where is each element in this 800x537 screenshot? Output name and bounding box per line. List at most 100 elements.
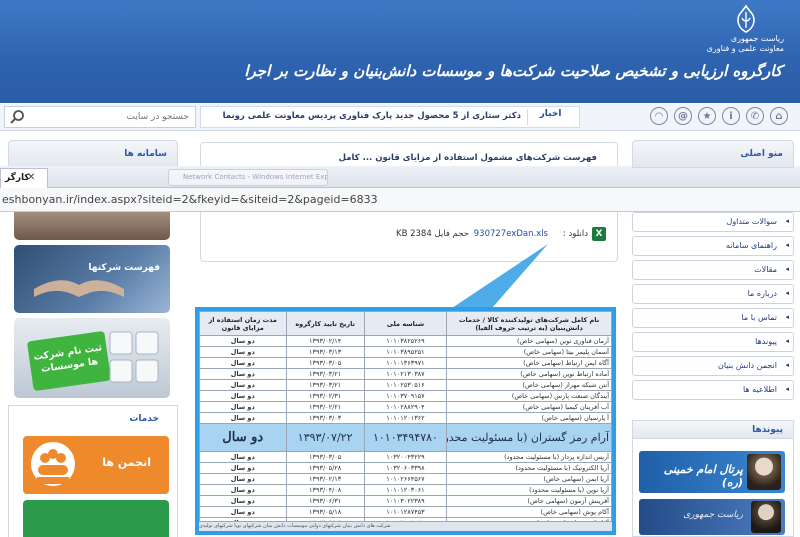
arrow-icon: ◂ — [785, 265, 789, 273]
cell-id: ۱۰۱۰۱۲۸۷۴۵۳ — [363, 506, 448, 518]
site-header: ریاست جمهوری معاونت علمی و فناوری کارگرو… — [0, 0, 800, 103]
left-sidebar: سامانه ها — [8, 140, 178, 168]
search-input[interactable] — [29, 109, 189, 125]
menu-item[interactable]: ◂ درباره ما — [632, 284, 794, 304]
browser-tab[interactable]: کارگر ✕ — [0, 168, 48, 188]
links-panel-header: پیوندها — [633, 421, 793, 439]
table-header-row: مدت زمان استفاده از مزایای قانون تاریخ ت… — [199, 311, 612, 336]
phone-icon[interactable]: ✆ — [746, 107, 764, 125]
cell-dur: دو سال — [199, 401, 287, 413]
cell-dur: دو سال — [199, 473, 287, 485]
arrow-icon: ◂ — [785, 313, 789, 321]
menu-item[interactable]: ◂ مقالات — [632, 260, 794, 280]
menu-item[interactable]: ◂ تماس با ما — [632, 308, 794, 328]
portrait-image — [747, 454, 781, 490]
cell-date: ۱۳۹۳/۰۴/۰۸ — [285, 484, 365, 496]
menu-item[interactable]: ◂ سوالات متداول — [632, 212, 794, 232]
star-icon[interactable]: ★ — [698, 107, 716, 125]
col-duration: مدت زمان استفاده از مزایای قانون — [199, 311, 287, 336]
home-icon[interactable]: ⌂ — [770, 107, 788, 125]
portrait-image — [751, 501, 781, 533]
cell-dur: دو سال — [199, 357, 287, 369]
menu-item[interactable]: ◂ اطلاعیه ها — [632, 380, 794, 400]
cell-dur: دو سال — [199, 495, 287, 507]
leader-banner[interactable]: ریاست جمهوری — [639, 499, 785, 535]
table-row: دو سال ۱۳۹۳/۰۳/۰۵ ۱۰۱۰۱۳۶۳۹۷۱ آگاه ایمن ارت… — [199, 357, 612, 369]
table-row: دو سال ۱۳۹۳/۰۳/۰۵ ۱۰۳۲۰۰۴۳۲۲۹ آریس اندازه پ… — [199, 451, 612, 463]
cell-dur: دو سال — [199, 423, 287, 452]
cell-name: آرام رمز گستران (با مسئولیت محدود) — [446, 423, 612, 452]
main-menu: ◂ سوالات متداول ◂ راهنمای سامانه ◂ مقالات ◂ درب… — [632, 212, 794, 404]
cell-date: ۱۳۹۳/۰۳/۰۳ — [285, 412, 365, 424]
file-size: حجم فایل 2384 KB — [396, 229, 470, 239]
menu-item-label: درباره ما — [747, 289, 777, 298]
cell-id: ۱۰۱۰۱۲۰۱۳۶۲ — [363, 412, 448, 424]
cell-date: ۱۳۹۳/۰۵/۱۸ — [285, 506, 365, 518]
arrow-icon: ◂ — [785, 217, 789, 225]
menu-item[interactable]: ◂ انجمن دانش بنیان — [632, 356, 794, 376]
cell-id: ۱۰۳۲۰۰۴۳۲۲۹ — [363, 451, 448, 463]
cell-name: آریا الکترونیک (با مسئولیت محدود) — [446, 462, 612, 474]
menu-item[interactable]: ◂ پیوندها — [632, 332, 794, 352]
download-label: دانلود : — [562, 229, 588, 239]
cell-name: آکام پوش (سهامی خاص) — [446, 506, 612, 518]
arrow-icon: ◂ — [785, 337, 789, 345]
at-icon[interactable]: @ — [674, 107, 692, 125]
quick-icons: ◠ @ ★ i ✆ ⌂ — [650, 107, 788, 127]
menu-item-label: سوالات متداول — [726, 217, 778, 226]
register-key[interactable]: ثبت نام شرکت ها موسسات — [26, 330, 112, 392]
address-bar[interactable]: eshbonyan.ir/index.aspx?siteid=2&fkeyid=… — [0, 188, 800, 212]
register-tile[interactable]: ثبت نام شرکت ها موسسات — [14, 318, 170, 398]
cell-date: ۱۳۹۳/۰۲/۲۱ — [285, 401, 365, 413]
news-headline[interactable]: دکتر ستاری از 5 محصول جدید پارک فناوری پ… — [223, 111, 521, 121]
cell-name: آریا ایمن (سهامی خاص) — [446, 473, 612, 485]
cell-id: ۱۰۱۰۲۵۳۰۵۱۶ — [363, 379, 448, 391]
menu-item[interactable]: ◂ راهنمای سامانه — [632, 236, 794, 256]
forum-tile[interactable]: انجمن ها — [23, 436, 169, 494]
news-ticker[interactable]: دکتر ستاری از 5 محصول جدید پارک فناوری پ… — [200, 106, 580, 128]
table-row: دو سال ۱۳۹۳/۰۲/۲۱ ۱۰۱۰۲۸۸۲۹۰۴ آب آفرینان کی… — [199, 401, 612, 413]
cell-id: ۱۰۱۰۱۲۰۳۰۶۱ — [363, 484, 448, 496]
cell-date: ۱۳۹۳/۰۷/۲۲ — [285, 423, 365, 452]
col-approval-date: تاریخ تایید کارگروه — [285, 311, 365, 336]
service-tile[interactable] — [23, 500, 169, 537]
arrow-icon: ◂ — [785, 241, 789, 249]
col-company-name: نام کامل شرکت‌های تولیدکننده کالا / خدما… — [446, 311, 612, 336]
col-national-id: شناسه ملی — [363, 311, 448, 336]
cell-dur: دو سال — [199, 390, 287, 402]
imam-portal-banner[interactable]: پرتال امام خمینی (ره) — [639, 451, 785, 493]
company-list-tile[interactable]: فهرست شرکتها — [14, 245, 170, 313]
close-icon[interactable]: ✕ — [27, 172, 35, 183]
cell-dur: دو سال — [199, 451, 287, 463]
systems-panel-title: سامانه ها — [8, 140, 178, 168]
cell-date: ۱۳۹۳/۰۳/۲۱ — [285, 379, 365, 391]
cell-name: آگاه ایمن ارتباط (سهامی خاص) — [446, 357, 612, 369]
cell-date: ۱۳۹۳/۰۵/۲۸ — [285, 462, 365, 474]
menu-item-label: راهنمای سامانه — [726, 241, 777, 250]
table-row: دو سال ۱۳۹۳/۰۲/۱۳ ۱۰۱۰۲۶۶۴۵۶۷ آریا ایمن (سه… — [199, 473, 612, 485]
cell-date: ۱۳۹۳/۰۳/۲۱ — [285, 368, 365, 380]
arrow-icon: ◂ — [785, 289, 789, 297]
download-link[interactable]: 930727exDan.xls — [474, 229, 548, 239]
sheet-tabs[interactable]: شرکت های دانش بنیان شرکتهای دولتی موسسات… — [199, 521, 612, 531]
cell-date: ۱۳۹۳/۰۲/۳۱ — [285, 390, 365, 402]
cell-id: ۱۰۱۰۳۸۹۵۲۵۱ — [363, 346, 448, 358]
arrow-icon: ◂ — [785, 385, 789, 393]
highlighted-row: دو سال ۱۳۹۳/۰۷/۲۲ ۱۰۱۰۳۴۹۴۷۸۰ آرام رمز گستر… — [199, 423, 612, 452]
search-box — [4, 106, 196, 128]
cell-dur: دو سال — [199, 335, 287, 347]
info-icon[interactable]: i — [722, 107, 740, 125]
menu-item-label: پیوندها — [755, 337, 777, 346]
cell-date: ۱۳۹۳/۰۲/۱۴ — [285, 335, 365, 347]
table-row: دو سال ۱۳۹۳/۰۳/۰۳ ۱۰۱۰۱۲۰۱۳۶۲ آ پارسیان (سه… — [199, 412, 612, 424]
url-text[interactable]: eshbonyan.ir/index.aspx?siteid=2&fkeyid=… — [2, 193, 378, 206]
cell-id: ۱۰۱۰۲۸۸۲۹۰۴ — [363, 401, 448, 413]
spreadsheet-preview: مدت زمان استفاده از مزایای قانون تاریخ ت… — [195, 307, 616, 535]
table-row: دو سال ۱۳۹۳/۰۵/۱۸ ۱۰۱۰۱۲۸۷۴۵۳ آکام پوش (سها… — [199, 506, 612, 518]
search-icon[interactable] — [9, 109, 25, 125]
top-bar: دکتر ستاری از 5 محصول جدید پارک فناوری پ… — [0, 103, 800, 131]
cell-id: ۱۰۳۲۰۶۰۳۳۹۸ — [363, 462, 448, 474]
rss-icon[interactable]: ◠ — [650, 107, 668, 125]
links-panel: پیوندها پرتال امام خمینی (ره) ریاست جمهو… — [632, 420, 794, 537]
cell-date: ۱۳۹۳/۰۳/۱۳ — [285, 346, 365, 358]
